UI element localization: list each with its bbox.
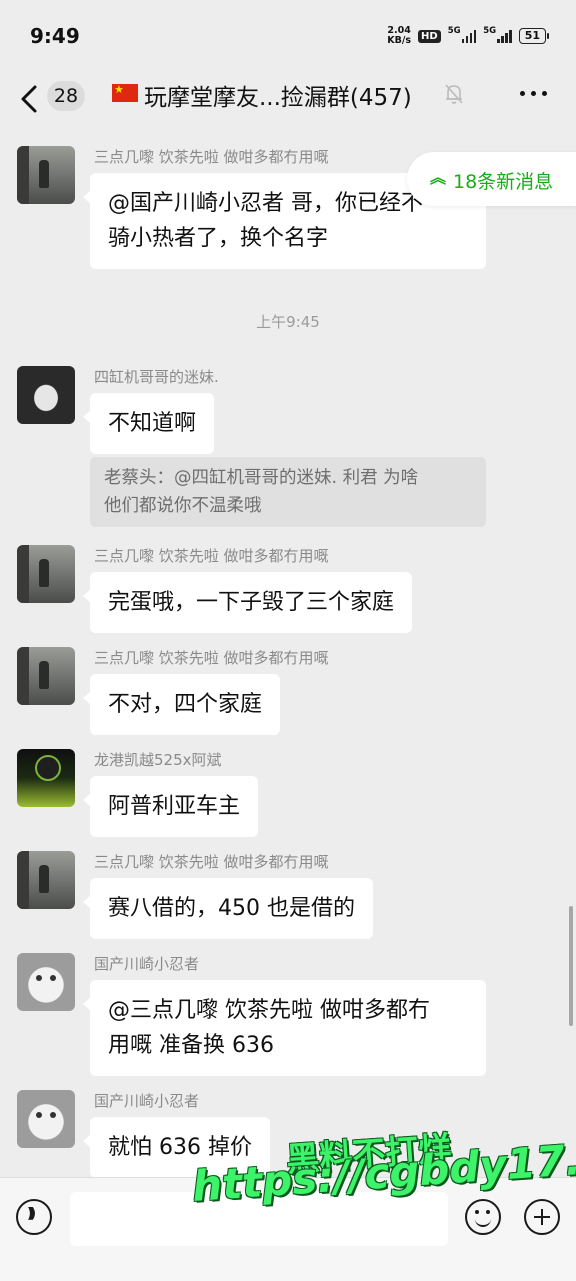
sender-name: 四缸机哥哥的迷妹. — [94, 368, 219, 386]
avatar[interactable] — [17, 749, 75, 807]
quoted-reply[interactable]: 老蔡头：@四缸机哥哥的迷妹. 利君 为啥 他们都说你不温柔哦 — [90, 457, 486, 527]
back-arrow-icon[interactable] — [18, 84, 42, 114]
avatar[interactable] — [17, 647, 75, 705]
mute-bell-icon — [445, 84, 463, 104]
voice-input-icon[interactable] — [16, 1199, 52, 1235]
sender-name: 三点几嚟 饮茶先啦 做咁多都冇用嘅 — [94, 148, 329, 166]
sender-name: 龙港凯越525x阿斌 — [94, 751, 222, 769]
double-chevron-up-icon: ︽ — [430, 168, 447, 187]
signal-label: 5G — [447, 26, 461, 36]
avatar[interactable] — [17, 953, 75, 1011]
scrollbar[interactable] — [569, 906, 573, 1026]
avatar[interactable] — [17, 366, 75, 424]
sender-name: 三点几嚟 饮茶先啦 做咁多都冇用嘅 — [94, 649, 329, 667]
more-options-icon[interactable] — [520, 91, 547, 96]
status-indicators: 2.04 KB/s HD 5G 5G 51 — [387, 26, 550, 46]
message-bubble[interactable]: 阿普利亚车主 — [82, 776, 259, 837]
quote-text-line: 他们都说你不温柔哦 — [104, 496, 262, 516]
avatar[interactable] — [17, 545, 75, 603]
message-timestamp: 上午9:45 — [256, 313, 320, 331]
message-bubble[interactable]: 完蛋哦，一下子毁了三个家庭 — [82, 572, 413, 633]
avatar[interactable] — [17, 1090, 75, 1148]
message-text: 就怕 636 掉价 — [108, 1135, 252, 1160]
quote-text-line: 老蔡头：@四缸机哥哥的迷妹. 利君 为啥 — [104, 468, 419, 488]
hd-badge: HD — [418, 29, 441, 43]
sender-name: 三点几嚟 饮茶先啦 做咁多都冇用嘅 — [94, 853, 329, 871]
sender-name: 三点几嚟 饮茶先啦 做咁多都冇用嘅 — [94, 547, 329, 565]
signal-icon: 5G — [483, 26, 512, 43]
message-bubble[interactable]: 不对，四个家庭 — [82, 674, 281, 735]
chat-header: 28 玩摩堂摩友...捡漏群(457) — [0, 70, 576, 132]
network-speed: 2.04 KB/s — [387, 26, 411, 46]
avatar[interactable] — [17, 146, 75, 204]
message-text-line: @三点几嚟 饮茶先啦 做咁多都冇 — [108, 998, 430, 1023]
message-text: 完蛋哦，一下子毁了三个家庭 — [108, 590, 395, 615]
status-time: 9:49 — [30, 24, 80, 48]
avatar[interactable] — [17, 851, 75, 909]
message-bubble[interactable]: 不知道啊 — [82, 393, 215, 454]
message-text: 赛八借的，450 也是借的 — [108, 896, 355, 921]
message-bubble[interactable]: @三点几嚟 饮茶先啦 做咁多都冇 用嘅 准备换 636 — [83, 980, 486, 1076]
plus-icon[interactable] — [524, 1199, 560, 1235]
message-text: 阿普利亚车主 — [108, 794, 241, 819]
signal-label: 5G — [483, 26, 497, 36]
message-text: 不知道啊 — [108, 411, 197, 436]
message-text: 不对，四个家庭 — [108, 692, 263, 717]
signal-icon: 5G — [447, 26, 477, 43]
chat-title: 玩摩堂摩友...捡漏群(457) — [144, 85, 412, 111]
status-bar: 9:49 2.04 KB/s HD 5G 5G 51 — [0, 0, 576, 70]
message-text-line: 骑小热者了，换个名字 — [108, 226, 329, 251]
new-messages-label: 18条新消息 — [453, 171, 554, 193]
message-bubble[interactable]: 赛八借的，450 也是借的 — [83, 878, 373, 939]
sender-name: 国产川崎小忍者 — [94, 955, 200, 973]
battery-icon: 51 — [518, 28, 550, 44]
message-text-line: 用嘅 准备换 636 — [108, 1033, 274, 1058]
unread-count-badge[interactable]: 28 — [47, 81, 85, 111]
new-messages-button[interactable]: ︽ 18条新消息 — [407, 152, 576, 206]
china-flag-icon — [112, 83, 138, 102]
sender-name: 国产川崎小忍者 — [94, 1092, 200, 1110]
network-speed-unit: KB/s — [387, 35, 412, 46]
emoji-icon[interactable] — [465, 1199, 501, 1235]
